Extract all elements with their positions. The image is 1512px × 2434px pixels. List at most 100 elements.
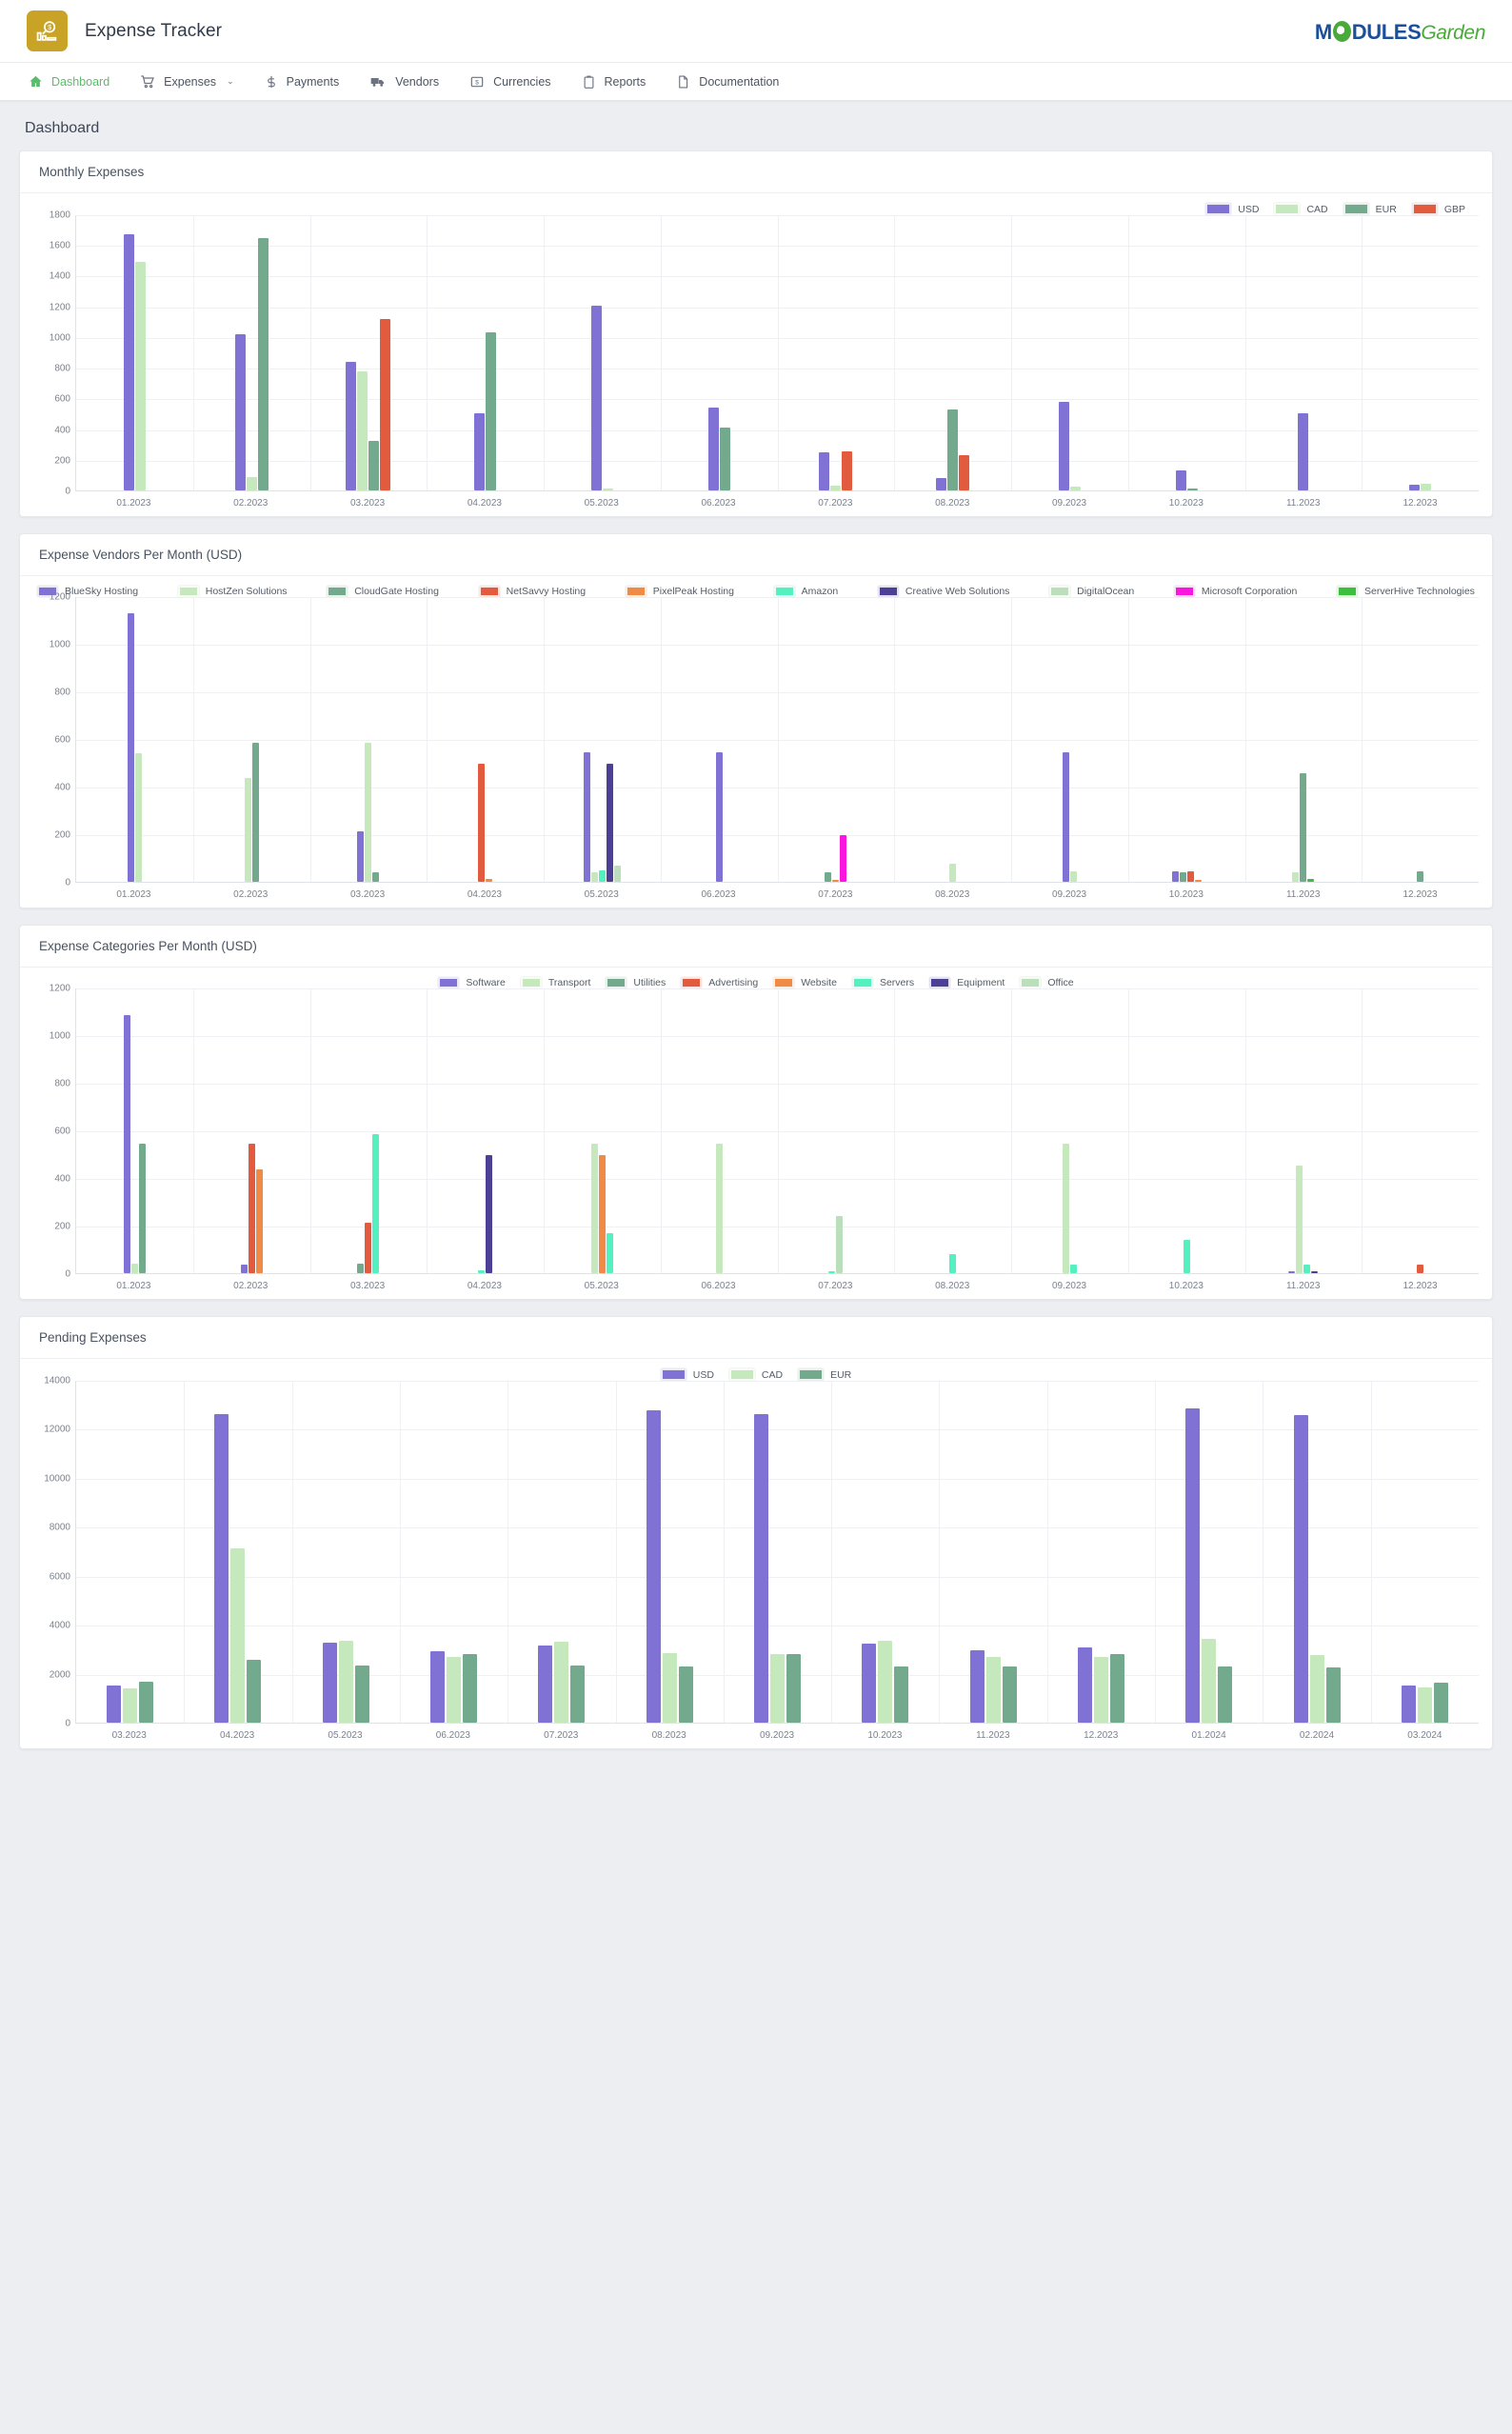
chart-legend-pending-expenses[interactable]: USD CAD EUR bbox=[33, 1367, 1479, 1382]
chart-bar[interactable] bbox=[613, 865, 621, 882]
legend-item[interactable]: CAD bbox=[1273, 202, 1328, 216]
chart-bar[interactable] bbox=[1307, 879, 1315, 882]
chart-bar[interactable] bbox=[372, 871, 380, 882]
chart-bar[interactable] bbox=[447, 1656, 462, 1723]
chart-bar[interactable] bbox=[598, 869, 606, 882]
chart-bar[interactable] bbox=[365, 742, 372, 882]
legend-item[interactable]: CloudGate Hosting bbox=[326, 585, 439, 598]
legend-item[interactable]: USD bbox=[1204, 202, 1259, 216]
chart-bar[interactable] bbox=[969, 1649, 985, 1723]
chart-bar[interactable] bbox=[678, 1666, 693, 1723]
chart-bar[interactable] bbox=[754, 1414, 769, 1723]
chart-bar[interactable] bbox=[478, 1270, 486, 1273]
legend-item[interactable]: Utilities bbox=[605, 976, 666, 989]
chart-bar[interactable] bbox=[123, 1688, 138, 1723]
chart-bar[interactable] bbox=[380, 318, 391, 490]
legend-item[interactable]: Website bbox=[772, 976, 837, 989]
legend-item[interactable]: Software bbox=[437, 976, 506, 989]
chart-bar[interactable] bbox=[138, 1144, 146, 1273]
chart-bar[interactable] bbox=[1185, 1407, 1201, 1723]
chart-bar[interactable] bbox=[1179, 871, 1186, 882]
chart-bar[interactable] bbox=[1296, 1166, 1303, 1273]
chart-bar[interactable] bbox=[354, 1665, 369, 1723]
chart-bar[interactable] bbox=[1062, 752, 1069, 882]
chart-bar[interactable] bbox=[819, 451, 830, 490]
chart-bar[interactable] bbox=[1069, 486, 1081, 490]
chart-bar[interactable] bbox=[346, 361, 357, 490]
chart-bar[interactable] bbox=[478, 763, 486, 882]
chart-bar[interactable] bbox=[1069, 870, 1077, 882]
chart-bar[interactable] bbox=[230, 1547, 246, 1723]
chart-bar[interactable] bbox=[1311, 1271, 1319, 1273]
chart-bar[interactable] bbox=[1293, 1415, 1308, 1723]
legend-item[interactable]: Office bbox=[1019, 976, 1074, 989]
chart-bar[interactable] bbox=[1409, 484, 1421, 490]
chart-bar[interactable] bbox=[602, 489, 613, 490]
chart-bar[interactable] bbox=[368, 440, 380, 490]
chart-bar[interactable] bbox=[123, 1014, 130, 1273]
legend-item[interactable]: Equipment bbox=[928, 976, 1005, 989]
chart-bar[interactable] bbox=[127, 612, 134, 882]
legend-item[interactable]: CAD bbox=[727, 1367, 783, 1382]
chart-bar[interactable] bbox=[715, 1144, 723, 1273]
chart-bar[interactable] bbox=[598, 1154, 606, 1273]
chart-bar[interactable] bbox=[474, 412, 486, 490]
chart-bar[interactable] bbox=[357, 370, 368, 490]
chart-bar[interactable] bbox=[786, 1653, 802, 1723]
chart-bar[interactable] bbox=[1093, 1657, 1108, 1723]
legend-item[interactable]: Creative Web Solutions bbox=[876, 585, 1009, 598]
chart-bar[interactable] bbox=[1077, 1646, 1092, 1723]
legend-item[interactable]: HostZen Solutions bbox=[176, 585, 288, 598]
chart-bar[interactable] bbox=[606, 763, 613, 882]
legend-item[interactable]: GBP bbox=[1410, 202, 1465, 216]
nav-item-vendors[interactable]: Vendors bbox=[354, 63, 454, 101]
chart-bar[interactable] bbox=[936, 478, 947, 490]
chart-bar[interactable] bbox=[357, 1264, 365, 1273]
chart-bar[interactable] bbox=[894, 1666, 909, 1723]
chart-bar[interactable] bbox=[240, 1264, 248, 1273]
brand[interactable]: $ Expense Tracker bbox=[27, 10, 222, 51]
chart-bar[interactable] bbox=[1298, 413, 1309, 490]
legend-item[interactable]: PixelPeak Hosting bbox=[624, 585, 734, 598]
chart-bar[interactable] bbox=[1109, 1654, 1124, 1723]
chart-bar[interactable] bbox=[554, 1641, 569, 1723]
chart-bar[interactable] bbox=[372, 1133, 380, 1273]
chart-bar[interactable] bbox=[1292, 871, 1300, 882]
nav-item-payments[interactable]: Payments bbox=[249, 63, 355, 101]
chart-bar[interactable] bbox=[662, 1653, 677, 1723]
chart-bar[interactable] bbox=[357, 830, 365, 882]
chart-bar[interactable] bbox=[538, 1645, 553, 1723]
chart-bar[interactable] bbox=[949, 1254, 957, 1273]
legend-item[interactable]: Transport bbox=[519, 976, 590, 989]
chart-bar[interactable] bbox=[570, 1665, 586, 1723]
nav-item-reports[interactable]: Reports bbox=[567, 63, 662, 101]
chart-bar[interactable] bbox=[828, 1270, 836, 1273]
legend-item[interactable]: DigitalOcean bbox=[1048, 585, 1134, 598]
chart-bar[interactable] bbox=[365, 1222, 372, 1273]
chart-bar[interactable] bbox=[830, 485, 842, 490]
chart-bar[interactable] bbox=[244, 778, 251, 882]
legend-item[interactable]: Amazon bbox=[772, 585, 838, 598]
chart-bar[interactable] bbox=[1069, 1264, 1077, 1273]
chart-bar[interactable] bbox=[1202, 1639, 1217, 1723]
chart-bar[interactable] bbox=[430, 1650, 446, 1723]
chart-bar[interactable] bbox=[1186, 871, 1194, 882]
chart-bar[interactable] bbox=[139, 1682, 154, 1723]
chart-bar[interactable] bbox=[123, 233, 134, 490]
chart-bar[interactable] bbox=[1417, 1686, 1432, 1723]
legend-item[interactable]: USD bbox=[659, 1367, 714, 1382]
nav-item-dashboard[interactable]: Dashboard bbox=[13, 63, 125, 101]
chart-bar[interactable] bbox=[1300, 773, 1307, 882]
chart-bar[interactable] bbox=[486, 332, 497, 490]
chart-bar[interactable] bbox=[832, 879, 840, 882]
legend-item[interactable]: Advertising bbox=[680, 976, 758, 989]
chart-bar[interactable] bbox=[1175, 470, 1186, 490]
chart-bar[interactable] bbox=[1417, 870, 1424, 882]
chart-bar[interactable] bbox=[707, 407, 719, 490]
chart-bar[interactable] bbox=[1417, 1264, 1424, 1273]
chart-legend-monthly-expenses[interactable]: USD CAD EUR GBP bbox=[33, 202, 1479, 216]
chart-bar[interactable] bbox=[1309, 1655, 1324, 1723]
chart-bar[interactable] bbox=[1062, 1144, 1069, 1273]
chart-bar[interactable] bbox=[590, 871, 598, 882]
legend-item[interactable]: EUR bbox=[797, 1367, 851, 1382]
